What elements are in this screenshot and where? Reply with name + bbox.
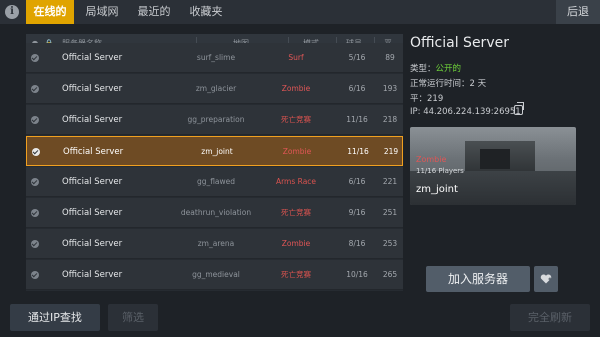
map-preview-shadow: [480, 149, 510, 169]
table-row[interactable]: Official Server gg_flawed Arms Race 6/16 221: [26, 167, 403, 197]
row-mode: Zombie: [281, 84, 311, 93]
row-server-name: Official Server: [62, 84, 123, 94]
row-players: 11/16: [347, 147, 369, 156]
row-players: 8/16: [348, 239, 366, 248]
row-players: 10/16: [346, 270, 368, 279]
row-server-name: Official Server: [62, 208, 123, 218]
row-server-name: Official Server: [62, 115, 123, 125]
tab-recent[interactable]: 最近的: [130, 0, 178, 24]
row-ping: 193: [382, 84, 398, 93]
row-players: 6/16: [348, 84, 366, 93]
row-map: zm_glacier: [195, 84, 237, 93]
row-ping: 89: [385, 53, 395, 62]
row-map: gg_flawed: [196, 177, 236, 186]
tab-lan[interactable]: 局域网: [78, 0, 126, 24]
check-icon: [31, 116, 39, 124]
row-mode: Surf: [288, 53, 304, 62]
row-players: 11/16: [346, 115, 368, 124]
full-refresh-button[interactable]: 完全刷新: [510, 304, 590, 331]
uptime-label: 正常运行时间：: [410, 79, 470, 89]
row-mode: 死亡竞赛: [281, 208, 311, 217]
server-title: Official Server: [410, 35, 509, 51]
server-type: 类型：公开的: [410, 62, 461, 74]
type-value: 公开的: [435, 64, 462, 74]
back-button[interactable]: 后退: [556, 0, 600, 24]
ping-label: 平：: [410, 94, 428, 104]
server-ip: IP: 44.206.224.139:26951: [410, 107, 521, 117]
check-icon: [31, 85, 39, 93]
row-players: 6/16: [348, 177, 366, 186]
top-bar: i 在线的 局域网 最近的 收藏夹 后退: [0, 0, 600, 24]
row-map: zm_joint: [201, 147, 233, 156]
row-ping: 265: [382, 270, 398, 279]
map-card-players: 11/16 Players: [416, 167, 464, 175]
row-mode: 死亡竞赛: [281, 115, 311, 124]
check-icon: [31, 54, 39, 62]
check-icon: [32, 148, 40, 156]
check-icon: [31, 178, 39, 186]
heart-add-icon: [540, 274, 552, 284]
map-card-mode: Zombie: [416, 155, 447, 164]
check-icon: [31, 271, 39, 279]
row-ping: 251: [382, 208, 398, 217]
find-by-ip-button[interactable]: 通过IP查找: [10, 304, 100, 331]
row-map: gg_medieval: [192, 270, 240, 279]
uptime-value: 2 天: [469, 79, 487, 89]
map-preview-card: Zombie 11/16 Players zm_joint: [410, 127, 576, 205]
row-mode: Arms Race: [275, 177, 317, 186]
tab-favorites[interactable]: 收藏夹: [182, 0, 230, 24]
row-map: deathrun_violation: [180, 208, 252, 217]
row-ping: 253: [382, 239, 398, 248]
row-mode: 死亡竞赛: [281, 270, 311, 279]
server-ping: 平：219: [410, 92, 443, 104]
copy-icon[interactable]: [514, 102, 524, 115]
row-map: surf_slime: [196, 53, 236, 62]
row-server-name: Official Server: [62, 177, 123, 187]
table-row[interactable]: Official Server gg_medieval 死亡竞赛 10/16 265: [26, 260, 403, 290]
type-label: 类型：: [410, 64, 436, 74]
table-row[interactable]: Official Server zm_glacier Zombie 6/16 193: [26, 74, 403, 104]
row-mode: Zombie: [282, 147, 312, 156]
row-players: 5/16: [348, 53, 366, 62]
ping-value: 219: [427, 94, 444, 104]
row-ping: 219: [383, 147, 399, 156]
table-row[interactable]: Official Server zm_joint Zombie 11/16 219: [26, 136, 403, 166]
row-mode: Zombie: [281, 239, 311, 248]
row-server-name: Official Server: [62, 270, 123, 280]
row-server-name: Official Server: [63, 147, 124, 157]
info-icon[interactable]: i: [5, 5, 19, 19]
row-ping: 221: [382, 177, 398, 186]
server-table: ● 🔒 服务器名称 地图 模式 球员 平 Official Serversurf…: [26, 34, 403, 291]
tab-online[interactable]: 在线的: [26, 0, 74, 24]
row-server-name: Official Server: [62, 53, 123, 63]
table-row[interactable]: Official Server zm_arena Zombie 8/16 253: [26, 229, 403, 259]
check-icon: [31, 209, 39, 217]
map-card-name: zm_joint: [416, 184, 458, 195]
row-ping: 218: [382, 115, 398, 124]
row-players: 9/16: [348, 208, 366, 217]
ip-value: 44.206.224.139:26951: [423, 107, 521, 117]
filter-button[interactable]: 筛选: [108, 304, 158, 331]
row-map: gg_preparation: [187, 115, 245, 124]
row-map: zm_arena: [197, 239, 235, 248]
table-row[interactable]: Official Server deathrun_violation 死亡竞赛 9/1…: [26, 198, 403, 228]
favorite-button[interactable]: [534, 266, 558, 292]
server-uptime: 正常运行时间：2 天: [410, 77, 486, 89]
table-row[interactable]: Official Server surf_slime Surf 5/16 89: [26, 43, 403, 73]
check-icon: [31, 240, 39, 248]
join-server-button[interactable]: 加入服务器: [426, 266, 530, 292]
table-row[interactable]: Official Server gg_preparation 死亡竞赛 11/16 21…: [26, 105, 403, 135]
ip-label: IP:: [410, 107, 421, 117]
row-server-name: Official Server: [62, 239, 123, 249]
